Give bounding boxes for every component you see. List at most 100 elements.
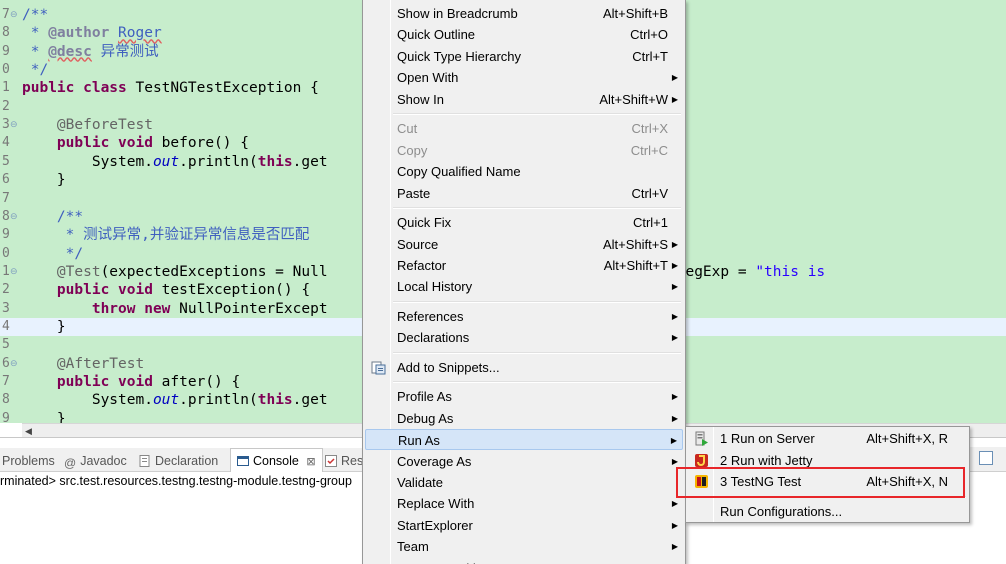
menu-item-shortcut: Ctrl+O — [630, 27, 668, 43]
submenu-item-run-configurations[interactable]: Run Configurations... — [688, 501, 967, 522]
close-icon[interactable]: ⊠ — [306, 456, 315, 468]
menu-item-label: Profile As — [397, 389, 452, 405]
menu-item-quick-type-hierarchy[interactable]: Quick Type Hierarchy Ctrl+T — [365, 46, 683, 67]
toolbar-button-icon[interactable] — [979, 451, 993, 465]
code-text: public void testException() { — [56, 282, 311, 299]
menu-item-label: Team — [397, 539, 429, 555]
menu-item-shortcut: Alt+Shift+S — [602, 236, 668, 252]
line-number: 9 — [2, 227, 10, 243]
scroll-left-arrow-icon[interactable]: ◀ — [25, 424, 32, 438]
menu-item-references[interactable]: References ▶ — [365, 306, 683, 327]
menu-item-compare-with[interactable]: Compare With ▶ — [365, 558, 683, 564]
menu-item-label: StartExplorer — [397, 517, 473, 533]
submenu-arrow-icon: ▶ — [671, 392, 678, 402]
testng-icon — [694, 474, 709, 489]
menu-item-declarations[interactable]: Declarations ▶ — [365, 327, 683, 348]
jetty-icon — [694, 453, 709, 468]
tab-javadoc[interactable]: @ Javadoc — [64, 452, 127, 470]
line-number: 9 — [2, 43, 10, 59]
code-text: @BeforeTest — [56, 117, 153, 134]
run-as-submenu: 1 Run on Server Alt+Shift+X, R 2 Run with … — [685, 426, 970, 523]
submenu-item-1-run-on-server[interactable]: 1 Run on Server Alt+Shift+X, R — [688, 428, 967, 449]
code-text: */ — [22, 62, 49, 79]
menu-item-shortcut: Ctrl+C — [630, 142, 668, 158]
menu-item-show-in[interactable]: Show In Alt+Shift+W ▶ — [365, 89, 683, 110]
menu-item-debug-as[interactable]: Debug As ▶ — [365, 408, 683, 429]
tab-console[interactable]: Console ⊠ — [230, 448, 323, 472]
menu-item-label: Show in Breadcrumb — [397, 6, 518, 21]
line-number: 6 — [2, 172, 10, 188]
line-number: 0 — [2, 62, 10, 78]
menu-separator — [393, 207, 681, 210]
submenu-item-shortcut: Alt+Shift+X, N — [866, 474, 948, 489]
menu-item-shortcut: Alt+Shift+B — [602, 6, 668, 21]
menu-item-shortcut: Ctrl+1 — [632, 215, 668, 231]
menu-item-label: Local History — [397, 279, 473, 295]
line-number: 8 — [2, 25, 10, 41]
submenu-arrow-icon: ▶ — [671, 311, 678, 321]
code-text: * @author Roger — [22, 25, 162, 42]
submenu-arrow-icon: ▶ — [671, 260, 678, 270]
menu-item-paste[interactable]: Paste Ctrl+V — [365, 183, 683, 204]
menu-item-run-as[interactable]: Run As ▶ — [365, 429, 683, 451]
line-number: 0 — [2, 245, 10, 261]
tab-declaration[interactable]: Declaration — [139, 452, 218, 470]
menu-item-label: Source — [397, 236, 439, 252]
submenu-arrow-icon: ▶ — [671, 413, 678, 423]
submenu-arrow-icon: ▶ — [670, 436, 677, 446]
tab-results-label: Res — [341, 454, 364, 468]
fold-toggle-icon[interactable]: ⊖ — [10, 264, 19, 280]
menu-item-copy: Copy Ctrl+C — [365, 140, 683, 161]
menu-item-validate[interactable]: Validate — [365, 472, 683, 493]
menu-item-copy-qualified-name[interactable]: Copy Qualified Name — [365, 161, 683, 182]
code-text: } — [22, 172, 66, 189]
line-number: 7 — [2, 190, 10, 206]
menu-item-profile-as[interactable]: Profile As ▶ — [365, 386, 683, 407]
code-text: System.out.println(this.get — [22, 392, 328, 409]
menu-item-label: Coverage As — [397, 453, 472, 469]
fold-toggle-icon[interactable]: ⊖ — [10, 117, 19, 133]
menu-item-label: Compare With — [397, 558, 480, 564]
code-text: @AfterTest — [56, 355, 145, 372]
code-text: public void before() { — [56, 135, 249, 152]
menu-item-label: Validate — [397, 475, 444, 490]
menu-item-local-history[interactable]: Local History ▶ — [365, 276, 683, 297]
submenu-item-2-run-with-jetty[interactable]: 2 Run with Jetty — [688, 450, 967, 471]
menu-item-label: Open With — [397, 70, 459, 86]
menu-item-replace-with[interactable]: Replace With ▶ — [365, 493, 683, 514]
menu-separator — [393, 113, 681, 116]
menu-item-label: Quick Outline — [397, 27, 476, 43]
tab-results[interactable]: Res — [325, 452, 363, 470]
code-text: public void after() { — [56, 374, 241, 390]
line-number: 7 — [2, 374, 10, 389]
menu-item-quick-fix[interactable]: Quick Fix Ctrl+1 — [365, 212, 683, 233]
menu-item-source[interactable]: Source Alt+Shift+S ▶ — [365, 234, 683, 255]
menu-item-label: Show In — [397, 91, 444, 107]
submenu-arrow-icon: ▶ — [671, 520, 678, 530]
menu-item-open-with[interactable]: Open With ▶ — [365, 67, 683, 88]
fold-toggle-icon[interactable]: ⊖ — [10, 7, 19, 23]
tab-problems[interactable]: Problems — [2, 452, 55, 470]
menu-item-show-in-breadcrumb[interactable]: Show in Breadcrumb Alt+Shift+B — [365, 3, 683, 24]
fold-toggle-icon[interactable]: ⊖ — [10, 356, 19, 372]
snippets-icon — [371, 360, 386, 375]
menu-item-add-to-snippets[interactable]: Add to Snippets... — [365, 357, 683, 378]
submenu-arrow-icon: ▶ — [671, 456, 678, 466]
submenu-item-3-testng-test[interactable]: 3 TestNG Test Alt+Shift+X, N — [688, 471, 967, 492]
menu-item-coverage-as[interactable]: Coverage As ▶ — [365, 451, 683, 472]
submenu-arrow-icon: ▶ — [672, 558, 678, 564]
menu-item-startexplorer[interactable]: StartExplorer ▶ — [365, 515, 683, 536]
submenu-item-label: 2 Run with Jetty — [720, 452, 813, 468]
menu-item-quick-outline[interactable]: Quick Outline Ctrl+O — [365, 24, 683, 45]
code-text: System.out.println(this.get — [22, 153, 328, 170]
menu-item-shortcut: Ctrl+X — [631, 121, 668, 137]
tab-javadoc-label: Javadoc — [80, 454, 127, 468]
fold-toggle-icon[interactable]: ⊖ — [10, 209, 19, 225]
menu-item-shortcut: Alt+Shift+T — [603, 257, 668, 273]
line-number: 1 — [2, 80, 10, 96]
menu-item-team[interactable]: Team ▶ — [365, 536, 683, 557]
line-number: 3 — [2, 300, 10, 316]
menu-item-refactor[interactable]: Refactor Alt+Shift+T ▶ — [365, 255, 683, 276]
menu-item-label: Declarations — [397, 330, 470, 346]
menu-item-label: Replace With — [397, 496, 475, 512]
